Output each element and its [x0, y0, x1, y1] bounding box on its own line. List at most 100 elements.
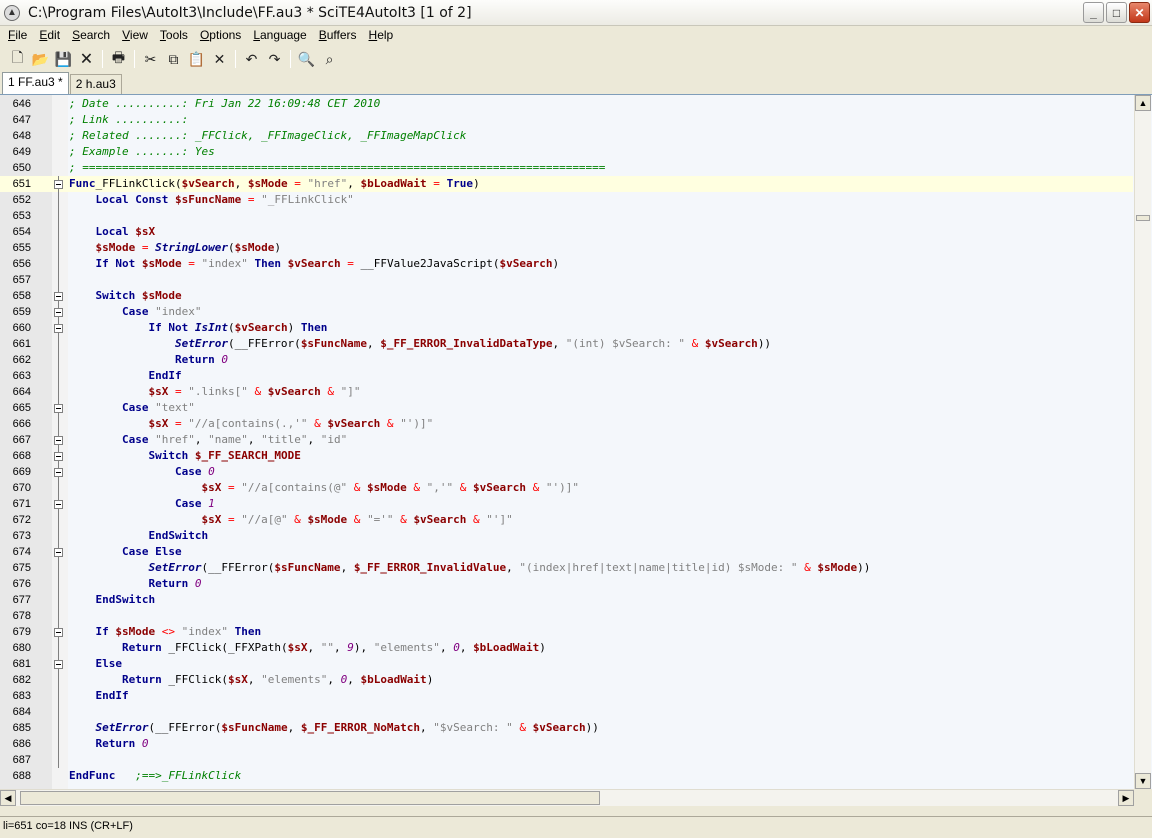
tab-1[interactable]: 1 FF.au3 *: [2, 72, 69, 94]
code-line[interactable]: 686 Return 0: [0, 736, 1133, 752]
code-token: "_FFLinkClick": [261, 193, 354, 206]
code-line[interactable]: 687: [0, 752, 1133, 768]
save-icon[interactable]: 💾: [52, 48, 75, 71]
code-line[interactable]: 681 Else: [0, 656, 1133, 672]
code-line[interactable]: 675 SetError(__FFError($sFuncName, $_FF_…: [0, 560, 1133, 576]
code-line[interactable]: 677 EndSwitch: [0, 592, 1133, 608]
print-icon[interactable]: 🖶: [107, 48, 130, 71]
code-line[interactable]: 680 Return _FFClick(_FFXPath($sX, "", 9)…: [0, 640, 1133, 656]
menu-search[interactable]: Search: [66, 26, 116, 46]
code-line[interactable]: 658 Switch $sMode: [0, 288, 1133, 304]
scroll-left-icon[interactable]: ◀: [0, 790, 16, 806]
code-line[interactable]: 674 Case Else: [0, 544, 1133, 560]
code-token: "(int) $vSearch: ": [565, 337, 685, 350]
fold-toggle-icon[interactable]: [54, 468, 63, 477]
code-line[interactable]: 646 ; Date ..........: Fri Jan 22 16:09:4…: [0, 96, 1133, 112]
code-line[interactable]: 652 Local Const $sFuncName = "_FFLinkCli…: [0, 192, 1133, 208]
code-line[interactable]: 688 EndFunc ;==>_FFLinkClick: [0, 768, 1133, 784]
fold-toggle-icon[interactable]: [54, 660, 63, 669]
code-line[interactable]: 651 Func_FFLinkClick($vSearch, $sMode = "…: [0, 176, 1133, 192]
code-line[interactable]: 670 $sX = "//a[contains(@" & $sMode & ",…: [0, 480, 1133, 496]
tab-2[interactable]: 2 h.au3: [69, 74, 122, 94]
code-line[interactable]: 679 If $sMode <> "index" Then: [0, 624, 1133, 640]
fold-toggle-icon[interactable]: [54, 628, 63, 637]
code-line[interactable]: 667 Case "href", "name", "title", "id": [0, 432, 1133, 448]
maximize-button[interactable]: □: [1106, 2, 1127, 23]
code-token: "href": [307, 177, 348, 190]
code-line[interactable]: 683 EndIf: [0, 688, 1133, 704]
code-line[interactable]: 671 Case 1: [0, 496, 1133, 512]
code-line[interactable]: 673 EndSwitch: [0, 528, 1133, 544]
menu-edit[interactable]: Edit: [33, 26, 66, 46]
code-token: $_FF_SEARCH_MODE: [188, 449, 301, 462]
code-line[interactable]: 653: [0, 208, 1133, 224]
code-editor[interactable]: 646 ; Date ..........: Fri Jan 22 16:09:4…: [0, 94, 1152, 789]
code-line[interactable]: 648 ; Related .......: _FFClick, _FFImage…: [0, 128, 1133, 144]
scroll-down-icon[interactable]: ▼: [1135, 773, 1151, 789]
code-line[interactable]: 664 $sX = ".links[" & $vSearch & "]": [0, 384, 1133, 400]
open-folder-icon[interactable]: 📂: [29, 48, 52, 71]
copy-icon[interactable]: ⧉: [162, 48, 185, 71]
code-text: Case 1: [69, 496, 215, 512]
undo-icon[interactable]: ↶: [240, 48, 263, 71]
code-line[interactable]: 657: [0, 272, 1133, 288]
fold-toggle-icon[interactable]: [54, 452, 63, 461]
code-line[interactable]: 676 Return 0: [0, 576, 1133, 592]
menu-buffers[interactable]: Buffers: [313, 26, 363, 46]
fold-toggle-icon[interactable]: [54, 500, 63, 509]
fold-toggle-icon[interactable]: [54, 292, 63, 301]
close-button[interactable]: ✕: [1129, 2, 1150, 23]
title-bar[interactable]: ▲ C:\Program Files\AutoIt3\Include\FF.au…: [0, 0, 1152, 26]
code-line[interactable]: 663 EndIf: [0, 368, 1133, 384]
code-line[interactable]: 666 $sX = "//a[contains(.,'" & $vSearch …: [0, 416, 1133, 432]
menu-help[interactable]: Help: [363, 26, 400, 46]
new-file-icon[interactable]: 🗋: [6, 48, 29, 71]
app-icon[interactable]: ▲: [4, 4, 20, 21]
code-line[interactable]: 655 $sMode = StringLower($sMode): [0, 240, 1133, 256]
find-replace-icon[interactable]: ⌕: [318, 48, 341, 71]
code-line[interactable]: 662 Return 0: [0, 352, 1133, 368]
code-line[interactable]: 660 If Not IsInt($vSearch) Then: [0, 320, 1133, 336]
code-line[interactable]: 672 $sX = "//a[@" & $sMode & "='" & $vSe…: [0, 512, 1133, 528]
code-line[interactable]: 682 Return _FFClick($sX, "elements", 0, …: [0, 672, 1133, 688]
fold-toggle-icon[interactable]: [54, 180, 63, 189]
menu-file[interactable]: File: [2, 26, 33, 46]
delete-icon[interactable]: ✕: [208, 48, 231, 71]
fold-toggle-icon[interactable]: [54, 436, 63, 445]
menu-tools[interactable]: Tools: [154, 26, 194, 46]
code-line[interactable]: 647 ; Link ..........:: [0, 112, 1133, 128]
code-line[interactable]: 685 SetError(__FFError($sFuncName, $_FF_…: [0, 720, 1133, 736]
vertical-scrollbar[interactable]: ▲ ▼: [1134, 95, 1151, 789]
cut-icon[interactable]: ✂: [139, 48, 162, 71]
scroll-up-icon[interactable]: ▲: [1135, 95, 1151, 111]
close-file-icon[interactable]: 🗙: [75, 48, 98, 71]
vertical-scroll-thumb[interactable]: [1136, 215, 1150, 221]
code-line[interactable]: 650 ; ===================================…: [0, 160, 1133, 176]
code-line[interactable]: 669 Case 0: [0, 464, 1133, 480]
code-line[interactable]: 649 ; Example .......: Yes: [0, 144, 1133, 160]
find-icon[interactable]: 🔍: [295, 48, 318, 71]
code-line[interactable]: 654 Local $sX: [0, 224, 1133, 240]
horizontal-scrollbar[interactable]: ◀ ▶: [0, 789, 1134, 806]
fold-toggle-icon[interactable]: [54, 324, 63, 333]
minimize-button[interactable]: _: [1083, 2, 1104, 23]
code-line[interactable]: 665 Case "text": [0, 400, 1133, 416]
fold-toggle-icon[interactable]: [54, 548, 63, 557]
code-line[interactable]: 656 If Not $sMode = "index" Then $vSearc…: [0, 256, 1133, 272]
code-line[interactable]: 661 SetError(__FFError($sFuncName, $_FF_…: [0, 336, 1133, 352]
line-number: 673: [12, 530, 31, 542]
horizontal-scroll-thumb[interactable]: [20, 791, 600, 805]
redo-icon[interactable]: ↷: [263, 48, 286, 71]
code-line[interactable]: 684: [0, 704, 1133, 720]
code-line[interactable]: 678: [0, 608, 1133, 624]
paste-icon[interactable]: 📋: [185, 48, 208, 71]
menu-language[interactable]: Language: [247, 26, 312, 46]
menu-view[interactable]: View: [116, 26, 154, 46]
code-line[interactable]: 659 Case "index": [0, 304, 1133, 320]
code-line[interactable]: 668 Switch $_FF_SEARCH_MODE: [0, 448, 1133, 464]
fold-toggle-icon[interactable]: [54, 404, 63, 413]
scroll-right-icon[interactable]: ▶: [1118, 790, 1134, 806]
fold-toggle-icon[interactable]: [54, 308, 63, 317]
menu-options[interactable]: Options: [194, 26, 247, 46]
